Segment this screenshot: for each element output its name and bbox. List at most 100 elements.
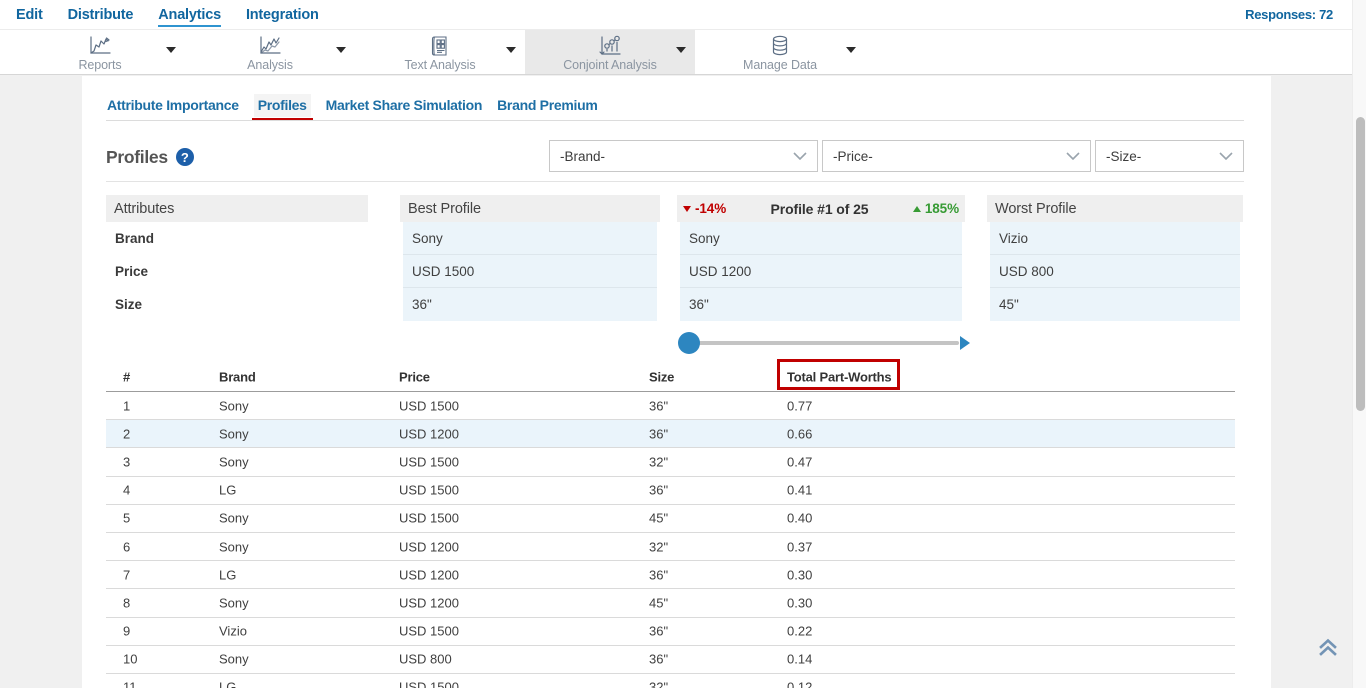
menu-item-edit[interactable]: Edit (16, 5, 43, 25)
toolbar-group-manage-data[interactable]: Manage Data (695, 30, 865, 74)
table-row[interactable]: 9VizioUSD 150036"0.22 (106, 618, 1235, 646)
table-cell: 45" (649, 511, 668, 526)
filters: -Brand- -Price- -Size- (549, 140, 1244, 172)
table-header-row: # Brand Price Size Total Part-Worths (106, 365, 1235, 392)
size-select[interactable]: -Size- (1095, 140, 1244, 172)
menu-items: Edit Distribute Analytics Integration (0, 5, 319, 25)
tabs-divider (106, 120, 1244, 121)
table-cell: USD 1200 (399, 567, 459, 582)
tab-brand-premium[interactable]: Brand Premium (497, 94, 597, 117)
table-cell: Sony (219, 595, 249, 610)
price-select[interactable]: -Price- (822, 140, 1091, 172)
col-header-price[interactable]: Price (399, 369, 430, 384)
worst-profile-value: USD 800 (990, 255, 1240, 288)
slider-track[interactable] (685, 341, 959, 345)
caret-down-icon[interactable] (166, 47, 176, 53)
best-profile-header: Best Profile (400, 195, 660, 222)
table-cell: 11 (123, 680, 137, 688)
table-cell: 0.47 (787, 454, 812, 469)
brand-select[interactable]: -Brand- (549, 140, 818, 172)
menu-item-integration[interactable]: Integration (246, 5, 319, 25)
caret-down-icon[interactable] (846, 47, 856, 53)
help-icon[interactable]: ? (176, 148, 194, 166)
current-profile-value: Sony (680, 222, 962, 255)
table-cell: LG (219, 680, 236, 688)
worst-profile-panel: Worst Profile Vizio USD 800 45" (987, 195, 1243, 222)
best-profile-value: Sony (403, 222, 657, 255)
profile-slider[interactable] (677, 332, 967, 354)
toolbar-group-label: Manage Data (743, 58, 817, 72)
table-cell: 0.30 (787, 567, 812, 582)
attributes-panel: Attributes Brand Price Size (106, 195, 368, 222)
table-row[interactable]: 11LGUSD 150032"0.12 (106, 674, 1235, 688)
table-cell: 0.14 (787, 652, 812, 667)
conjoint-tabs: Attribute Importance Profiles Market Sha… (107, 92, 597, 118)
multi-line-chart-icon (257, 34, 283, 58)
table-cell: 36" (649, 398, 668, 413)
caret-down-icon[interactable] (506, 47, 516, 53)
tab-market-share-simulation[interactable]: Market Share Simulation (326, 94, 482, 117)
attributes-header: Attributes (106, 195, 368, 222)
best-profile-value: USD 1500 (403, 255, 657, 288)
table-cell: USD 1500 (399, 511, 459, 526)
current-profile-panel: -14% Profile #1 of 25 185% Sony USD 1200… (677, 195, 965, 222)
table-cell: 0.41 (787, 483, 812, 498)
top-menu-bar: Edit Distribute Analytics Integration Re… (0, 0, 1352, 30)
delta-down: -14% (683, 201, 726, 216)
table-cell: USD 1500 (399, 398, 459, 413)
toolbar-group-conjoint-analysis[interactable]: Conjoint Analysis (525, 30, 695, 74)
col-header-index[interactable]: # (123, 369, 130, 384)
table-cell: Sony (219, 511, 249, 526)
table-row[interactable]: 1SonyUSD 150036"0.77 (106, 392, 1235, 420)
table-cell: USD 1500 (399, 454, 459, 469)
table-cell: Sony (219, 426, 249, 441)
worst-profile-value: 45" (990, 288, 1240, 321)
col-header-total-part-worths[interactable]: Total Part-Worths (787, 369, 891, 384)
text-report-icon (428, 34, 452, 58)
menu-item-analytics[interactable]: Analytics (158, 5, 221, 25)
table-row[interactable]: 2SonyUSD 120036"0.66 (106, 420, 1235, 448)
table-cell: Sony (219, 652, 249, 667)
table-row[interactable]: 8SonyUSD 120045"0.30 (106, 589, 1235, 617)
table-cell: LG (219, 483, 236, 498)
table-row[interactable]: 5SonyUSD 150045"0.40 (106, 505, 1235, 533)
table-cell: 4 (123, 483, 130, 498)
table-row[interactable]: 4LGUSD 150036"0.41 (106, 477, 1235, 505)
table-cell: 0.37 (787, 539, 812, 554)
table-cell: Sony (219, 539, 249, 554)
table-cell: 32" (649, 454, 668, 469)
slider-arrow-right-icon[interactable] (960, 336, 970, 350)
scatter-chart-icon (597, 34, 623, 58)
table-row[interactable]: 10SonyUSD 80036"0.14 (106, 646, 1235, 674)
scrollbar-thumb[interactable] (1356, 117, 1365, 411)
table-cell: 9 (123, 624, 130, 639)
table-cell: 5 (123, 511, 130, 526)
table-row[interactable]: 6SonyUSD 120032"0.37 (106, 533, 1235, 561)
attributes-rows: Brand Price Size (106, 222, 368, 321)
title-divider (106, 181, 1244, 182)
vertical-scrollbar[interactable] (1352, 0, 1366, 688)
worst-profile-value: Vizio (990, 222, 1240, 255)
caret-down-icon[interactable] (336, 47, 346, 53)
responses-count[interactable]: Responses: 72 (1245, 7, 1352, 22)
col-header-brand[interactable]: Brand (219, 369, 256, 384)
caret-down-icon[interactable] (676, 47, 686, 53)
menu-item-distribute[interactable]: Distribute (68, 5, 134, 25)
table-cell: 6 (123, 539, 130, 554)
delta-up: 185% (913, 201, 959, 216)
table-cell: Sony (219, 398, 249, 413)
scroll-to-top-button[interactable] (1316, 636, 1340, 660)
toolbar-group-text-analysis[interactable]: Text Analysis (355, 30, 525, 74)
col-header-size[interactable]: Size (649, 369, 674, 384)
tab-attribute-importance[interactable]: Attribute Importance (107, 94, 239, 117)
table-body: 1SonyUSD 150036"0.772SonyUSD 120036"0.66… (106, 392, 1235, 688)
table-cell: USD 1200 (399, 539, 459, 554)
best-profile-panel: Best Profile Sony USD 1500 36" (400, 195, 660, 222)
toolbar-group-reports[interactable]: Reports (15, 30, 185, 74)
table-row[interactable]: 3SonyUSD 150032"0.47 (106, 448, 1235, 476)
table-cell: Vizio (219, 624, 247, 639)
table-row[interactable]: 7LGUSD 120036"0.30 (106, 561, 1235, 589)
toolbar-group-analysis[interactable]: Analysis (185, 30, 355, 74)
tab-profiles[interactable]: Profiles (254, 94, 311, 117)
slider-handle[interactable] (678, 332, 700, 354)
